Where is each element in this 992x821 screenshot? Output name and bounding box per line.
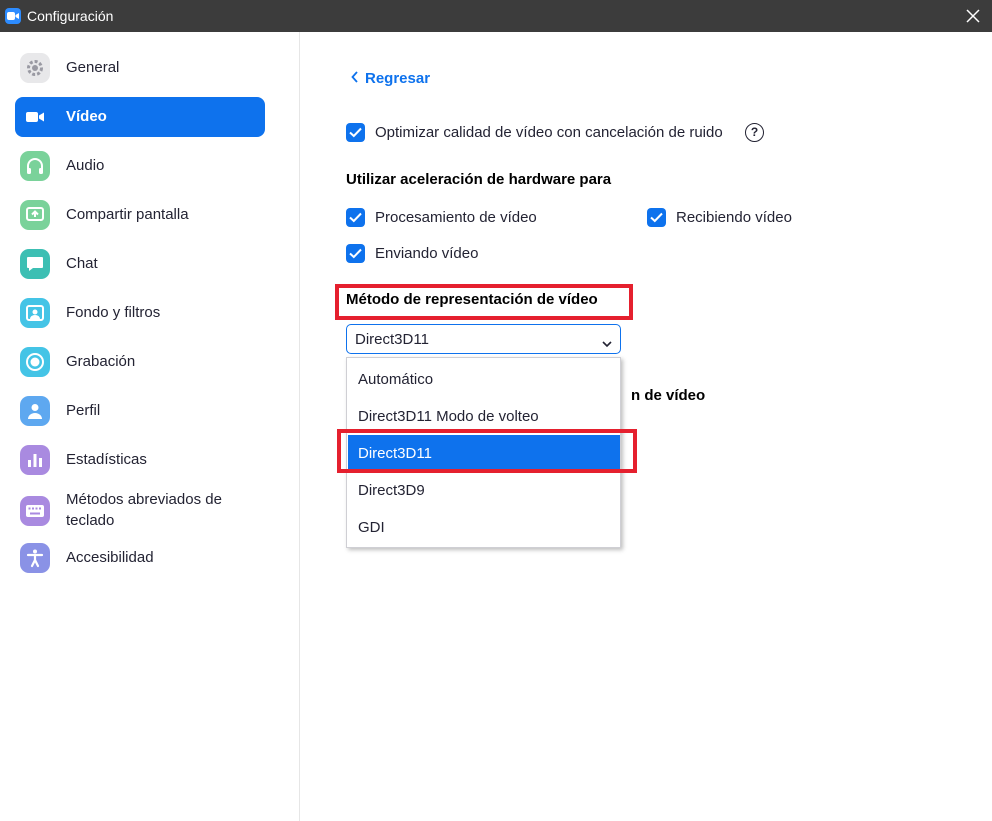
checkmark-icon bbox=[349, 212, 362, 223]
record-icon bbox=[20, 347, 50, 377]
render-option-d3d9[interactable]: Direct3D9 bbox=[348, 472, 620, 508]
hw-processing-label: Procesamiento de vídeo bbox=[375, 209, 537, 226]
render-method-select[interactable]: Direct3D11 bbox=[346, 324, 621, 354]
hw-acceleration-title: Utilizar aceleración de hardware para bbox=[346, 171, 612, 188]
hw-sending-checkbox[interactable] bbox=[346, 244, 365, 263]
sidebar-item-keyboard-shortcuts[interactable]: Métodos abreviados de teclado bbox=[15, 487, 265, 535]
window-title: Configuración bbox=[27, 8, 114, 24]
selected-option-highlight bbox=[337, 429, 637, 473]
headphones-icon bbox=[20, 151, 50, 181]
render-option-automatic[interactable]: Automático bbox=[348, 361, 620, 397]
checkmark-icon bbox=[349, 127, 362, 138]
hw-sending-label: Enviando vídeo bbox=[375, 245, 479, 262]
sidebar-item-chat[interactable]: Chat bbox=[15, 244, 265, 284]
checkmark-icon bbox=[650, 212, 663, 223]
hw-processing-checkbox[interactable] bbox=[346, 208, 365, 227]
sidebar-item-video[interactable]: Vídeo bbox=[15, 97, 265, 137]
sidebar-item-label: Estadísticas bbox=[66, 451, 147, 468]
settings-sidebar: General Vídeo Audio Compartir pantalla C… bbox=[0, 32, 300, 821]
hw-receiving-checkbox[interactable] bbox=[647, 208, 666, 227]
sidebar-item-label: Accesibilidad bbox=[66, 549, 154, 566]
sidebar-item-label: Chat bbox=[66, 255, 98, 272]
chevron-left-icon bbox=[351, 70, 359, 87]
close-icon bbox=[966, 9, 980, 23]
render-method-value: Direct3D11 bbox=[355, 331, 429, 348]
option-label: Direct3D9 bbox=[358, 482, 425, 499]
hidden-section-title: n de vídeo bbox=[631, 387, 706, 404]
optimize-quality-label: Optimizar calidad de vídeo con cancelaci… bbox=[375, 124, 723, 141]
share-screen-icon bbox=[20, 200, 50, 230]
optimize-quality-row: Optimizar calidad de vídeo con cancelaci… bbox=[346, 123, 766, 145]
option-label: Direct3D11 Modo de volteo bbox=[358, 408, 539, 425]
keyboard-icon bbox=[20, 496, 50, 526]
sidebar-item-recording[interactable]: Grabación bbox=[15, 342, 265, 382]
sidebar-item-label: Fondo y filtros bbox=[66, 304, 161, 321]
gear-icon bbox=[20, 53, 50, 83]
close-window-button[interactable] bbox=[964, 7, 982, 25]
sidebar-item-label: Compartir pantalla bbox=[66, 206, 189, 223]
user-icon bbox=[20, 396, 50, 426]
sidebar-item-audio[interactable]: Audio bbox=[15, 146, 265, 186]
sidebar-item-share-screen[interactable]: Compartir pantalla bbox=[15, 195, 265, 235]
sidebar-item-label: Vídeo bbox=[66, 108, 107, 125]
render-method-title: Método de representación de vídeo bbox=[346, 291, 598, 308]
hw-receiving-row: Recibiendo vídeo bbox=[647, 208, 847, 230]
hw-receiving-label: Recibiendo vídeo bbox=[676, 209, 792, 226]
accessibility-icon bbox=[20, 543, 50, 573]
optimize-quality-checkbox[interactable] bbox=[346, 123, 365, 142]
sidebar-item-label: Audio bbox=[66, 157, 105, 174]
option-label: GDI bbox=[358, 519, 385, 536]
checkmark-icon bbox=[349, 248, 362, 259]
sidebar-item-label: Perfil bbox=[66, 402, 101, 419]
sidebar-item-profile[interactable]: Perfil bbox=[15, 391, 265, 431]
chevron-down-icon bbox=[602, 335, 612, 353]
help-icon[interactable]: ? bbox=[745, 123, 764, 142]
title-bar: Configuración bbox=[0, 0, 992, 32]
hw-processing-row: Procesamiento de vídeo bbox=[346, 208, 596, 230]
sidebar-item-label: General bbox=[66, 59, 120, 76]
sidebar-item-accessibility[interactable]: Accesibilidad bbox=[15, 538, 265, 578]
sidebar-item-label: Métodos abreviados de teclado bbox=[66, 491, 222, 529]
render-option-gdi[interactable]: GDI bbox=[348, 509, 620, 545]
zoom-app-icon bbox=[5, 8, 21, 24]
video-camera-icon bbox=[20, 102, 50, 132]
background-icon bbox=[20, 298, 50, 328]
option-label: Automático bbox=[358, 371, 434, 388]
back-link[interactable]: Regresar bbox=[351, 70, 430, 87]
hw-sending-row: Enviando vídeo bbox=[346, 244, 546, 266]
chat-bubble-icon bbox=[20, 249, 50, 279]
sidebar-item-general[interactable]: General bbox=[15, 48, 265, 88]
back-link-label: Regresar bbox=[365, 70, 431, 87]
sidebar-item-label: Grabación bbox=[66, 353, 136, 370]
sidebar-item-statistics[interactable]: Estadísticas bbox=[15, 440, 265, 480]
sidebar-item-background[interactable]: Fondo y filtros bbox=[15, 293, 265, 333]
video-settings-panel: Regresar Optimizar calidad de vídeo con … bbox=[301, 32, 992, 821]
bar-chart-icon bbox=[20, 445, 50, 475]
